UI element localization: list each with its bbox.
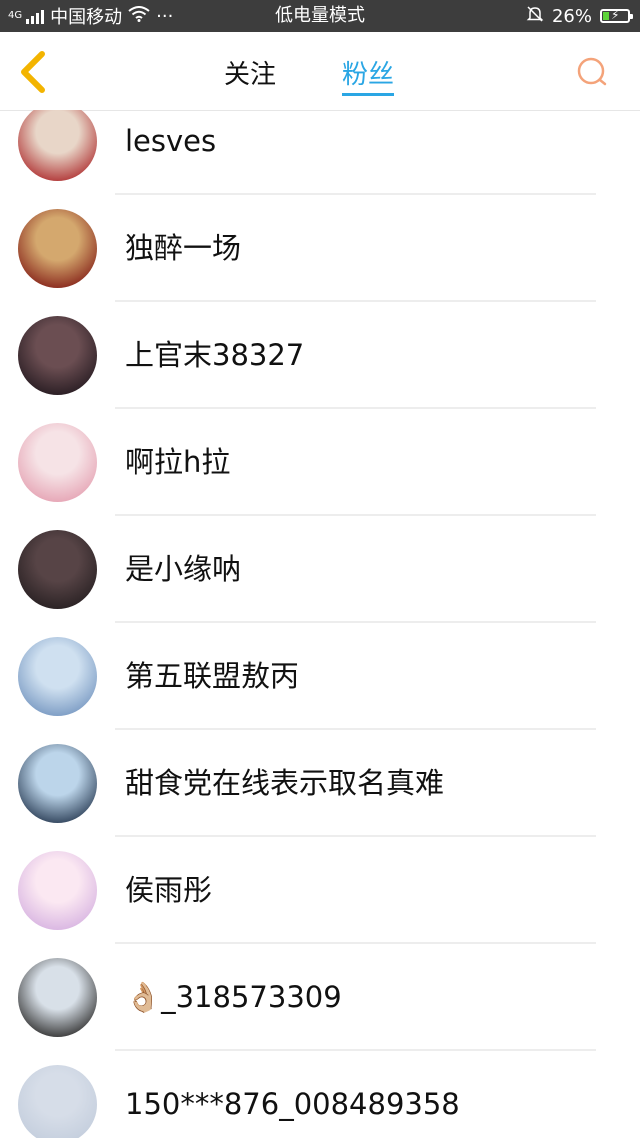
status-bar: 4G 中国移动 ··· 低电量模式 26% ⚡ [0, 0, 640, 32]
battery-level-fill [603, 12, 609, 20]
tab-following[interactable]: 关注 [224, 54, 276, 94]
nav-bar: 关注 粉丝 [0, 32, 640, 111]
fan-list-item[interactable]: 150***876_008489358 [0, 1051, 640, 1138]
fan-name: lesves [125, 124, 217, 158]
fan-name: 侯雨彤 [125, 873, 213, 907]
avatar[interactable] [18, 958, 97, 1037]
tab-fans[interactable]: 粉丝 [342, 54, 395, 96]
avatar[interactable] [18, 637, 97, 716]
fan-list-item[interactable]: 啊拉h拉 [0, 409, 640, 516]
back-button[interactable] [14, 50, 54, 94]
fans-list: lesves 独醉一场上官末38327 啊拉h拉是小缘呐第五联盟敖丙甜食党在线表示取… [0, 110, 640, 1138]
fan-list-item[interactable]: 上官末38327 [0, 302, 640, 409]
search-button[interactable] [576, 56, 608, 88]
avatar[interactable] [18, 423, 97, 502]
fan-list-item[interactable]: 👌🏼_318573309 [0, 944, 640, 1051]
status-right: 26% ⚡ [526, 0, 633, 32]
battery-percent: 26% [551, 5, 592, 27]
battery-charging-icon: ⚡ [600, 8, 633, 23]
fan-list-item[interactable]: lesves [0, 110, 640, 195]
fan-list-item[interactable]: 独醉一场 [0, 195, 640, 302]
fan-name: 啊拉h拉 [125, 445, 231, 479]
fan-list-item[interactable]: 是小缘呐 [0, 516, 640, 623]
fan-list-item[interactable]: 第五联盟敖丙 [0, 623, 640, 730]
avatar[interactable] [18, 209, 97, 288]
search-icon [577, 57, 607, 86]
fan-name: 第五联盟敖丙 [125, 659, 300, 693]
chevron-left-icon [21, 51, 45, 93]
fan-name: 上官末38327 [125, 338, 305, 372]
fan-list-item[interactable]: 甜食党在线表示取名真难 [0, 730, 640, 837]
avatar[interactable] [18, 316, 97, 395]
fan-list-item[interactable]: 侯雨彤 [0, 837, 640, 944]
fan-name: 是小缘呐 [125, 552, 242, 586]
fan-name: 👌🏼_318573309 [125, 980, 342, 1014]
avatar[interactable] [18, 1065, 97, 1138]
avatar[interactable] [18, 744, 97, 823]
fan-name: 独醉一场 [125, 231, 242, 265]
fan-name: 150***876_008489358 [125, 1087, 460, 1121]
avatar[interactable] [18, 110, 97, 181]
avatar[interactable] [18, 851, 97, 930]
avatar[interactable] [18, 530, 97, 609]
fan-name: 甜食党在线表示取名真难 [125, 766, 445, 800]
mute-bell-icon [526, 5, 544, 28]
